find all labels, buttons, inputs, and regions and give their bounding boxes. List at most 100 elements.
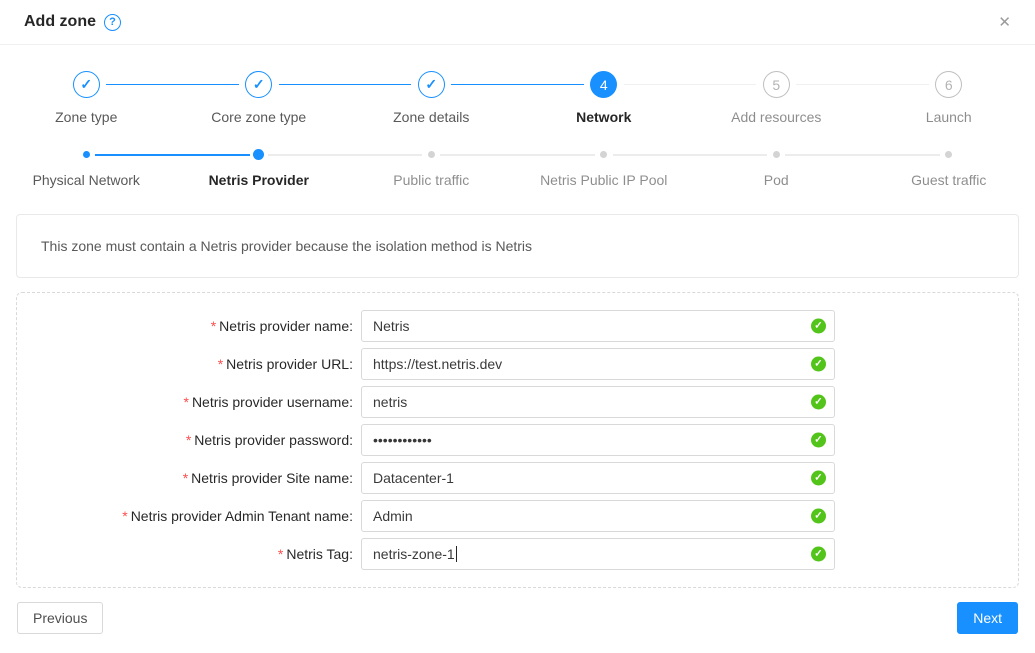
- field-label-text: Netris provider URL: [226, 356, 349, 372]
- success-check-icon: [811, 395, 826, 410]
- wizard-step[interactable]: Zone type: [0, 71, 173, 125]
- label-colon: :: [349, 546, 353, 562]
- label-colon: :: [349, 394, 353, 410]
- field-label-text: Netris provider name: [219, 318, 349, 334]
- substep-dot-wrap: [945, 149, 952, 160]
- notice-text: This zone must contain a Netris provider…: [41, 238, 532, 254]
- wizard-steps: Zone type Core zone type Zone details 4 …: [0, 71, 1035, 125]
- step-label: Launch: [926, 109, 972, 125]
- dialog-title: Add zone: [24, 13, 96, 31]
- success-check-icon: [811, 357, 826, 372]
- field-label-text: Netris provider Admin Tenant name: [131, 508, 349, 524]
- substep-dot-wrap: [83, 149, 90, 160]
- label-colon: :: [349, 318, 353, 334]
- required-asterisk: *: [211, 318, 216, 334]
- input-value: ••••••••••••: [373, 432, 432, 448]
- network-substep: Pod: [690, 149, 863, 188]
- substep-dot-icon: [773, 151, 780, 158]
- network-substep: Guest traffic: [863, 149, 1035, 188]
- wizard-step[interactable]: Core zone type: [173, 71, 346, 125]
- required-asterisk: *: [183, 394, 188, 410]
- success-check-icon: [811, 509, 826, 524]
- required-asterisk: *: [186, 432, 191, 448]
- substep-label: Guest traffic: [911, 172, 986, 188]
- input-value: netris: [373, 394, 407, 410]
- field-label-text: Netris provider Site name: [191, 470, 349, 486]
- input-value: Admin: [373, 508, 413, 524]
- input-wrap: Admin: [361, 500, 835, 532]
- input-wrap: Datacenter-1: [361, 462, 835, 494]
- field-input[interactable]: netris: [361, 386, 835, 418]
- required-asterisk: *: [218, 356, 223, 372]
- field-label: *Netris provider username:: [17, 394, 361, 410]
- add-zone-dialog: Add zone Zone type Core zone type Zone d…: [0, 0, 1035, 634]
- field-input[interactable]: netris-zone-1: [361, 538, 835, 570]
- step-number: 5: [763, 71, 790, 98]
- substep-label: Physical Network: [33, 172, 140, 188]
- next-button[interactable]: Next: [957, 602, 1018, 634]
- label-colon: :: [349, 356, 353, 372]
- field-input[interactable]: https://test.netris.dev: [361, 348, 835, 380]
- label-colon: :: [349, 470, 353, 486]
- success-check-icon: [811, 433, 826, 448]
- input-wrap: netris-zone-1: [361, 538, 835, 570]
- field-input[interactable]: Netris: [361, 310, 835, 342]
- step-label: Zone type: [55, 109, 117, 125]
- field-input[interactable]: Datacenter-1: [361, 462, 835, 494]
- step-label: Core zone type: [211, 109, 306, 125]
- wizard-step[interactable]: 5 Add resources: [690, 71, 863, 125]
- form-row: *Netris provider name: Netris: [17, 310, 1018, 342]
- required-asterisk: *: [278, 546, 283, 562]
- substep-label: Netris Provider: [209, 172, 309, 188]
- success-check-icon: [811, 471, 826, 486]
- form-row: *Netris provider Site name: Datacenter-1: [17, 462, 1018, 494]
- step-label: Network: [576, 109, 631, 125]
- substep-dot-icon: [253, 149, 264, 160]
- text-caret: [456, 546, 457, 562]
- field-label-text: Netris provider username: [192, 394, 349, 410]
- network-substep: Netris Public IP Pool: [518, 149, 691, 188]
- form-row: *Netris provider username: netris: [17, 386, 1018, 418]
- field-input[interactable]: Admin: [361, 500, 835, 532]
- step-number: 6: [935, 71, 962, 98]
- field-label: *Netris provider password:: [17, 432, 361, 448]
- step-label: Add resources: [731, 109, 821, 125]
- required-asterisk: *: [183, 470, 188, 486]
- substep-label: Pod: [764, 172, 789, 188]
- success-check-icon: [811, 547, 826, 562]
- question-circle-icon[interactable]: [104, 14, 121, 31]
- dialog-footer: Previous Next: [17, 602, 1018, 634]
- substep-dot-wrap: [428, 149, 435, 160]
- network-substep: Physical Network: [0, 149, 173, 188]
- input-wrap: netris: [361, 386, 835, 418]
- substep-label: Netris Public IP Pool: [540, 172, 667, 188]
- step-check-icon: [245, 71, 272, 98]
- step-label: Zone details: [393, 109, 469, 125]
- field-label: *Netris provider URL:: [17, 356, 361, 372]
- field-label: *Netris provider name:: [17, 318, 361, 334]
- close-icon[interactable]: [998, 15, 1011, 30]
- previous-button[interactable]: Previous: [17, 602, 103, 634]
- input-wrap: ••••••••••••: [361, 424, 835, 456]
- field-label: *Netris Tag:: [17, 546, 361, 562]
- form-row: *Netris provider password: ••••••••••••: [17, 424, 1018, 456]
- dialog-header: Add zone: [0, 0, 1035, 45]
- substep-dot-icon: [600, 151, 607, 158]
- wizard-step[interactable]: Zone details: [345, 71, 518, 125]
- step-number: 4: [590, 71, 617, 98]
- wizard-step[interactable]: 4 Network: [518, 71, 691, 125]
- wizard-step[interactable]: 6 Launch: [863, 71, 1035, 125]
- form-row: *Netris Tag: netris-zone-1: [17, 538, 1018, 570]
- label-colon: :: [349, 432, 353, 448]
- field-input[interactable]: ••••••••••••: [361, 424, 835, 456]
- substep-dot-icon: [428, 151, 435, 158]
- substep-dot-wrap: [773, 149, 780, 160]
- field-label-text: Netris Tag: [286, 546, 349, 562]
- field-label: *Netris provider Site name:: [17, 470, 361, 486]
- step-check-icon: [418, 71, 445, 98]
- substep-dot-icon: [83, 151, 90, 158]
- input-wrap: Netris: [361, 310, 835, 342]
- success-check-icon: [811, 319, 826, 334]
- notice-box: This zone must contain a Netris provider…: [16, 214, 1019, 278]
- input-value: netris-zone-1: [373, 546, 455, 562]
